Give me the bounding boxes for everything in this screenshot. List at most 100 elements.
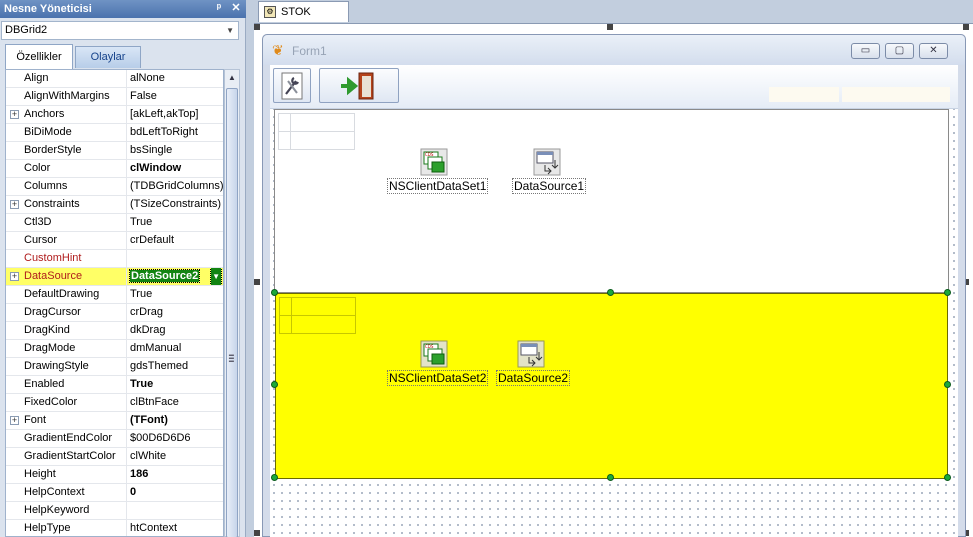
dbgrid2[interactable]	[275, 293, 948, 479]
property-grid-scrollbar[interactable]: ▲ ━ ━ ━	[224, 69, 240, 537]
property-name: GradientStartColor	[6, 448, 127, 465]
property-row-defaultdrawing[interactable]: DefaultDrawing True	[6, 286, 223, 304]
property-row-drawingstyle[interactable]: DrawingStyle gdsThemed	[6, 358, 223, 376]
property-row-dragmode[interactable]: DragMode dmManual	[6, 340, 223, 358]
property-row-columns[interactable]: Columns (TDBGridColumns)	[6, 178, 223, 196]
property-row-fixedcolor[interactable]: FixedColor clBtnFace	[6, 394, 223, 412]
client-dataset-icon: CDS	[420, 148, 448, 176]
property-row-color[interactable]: Color clWindow	[6, 160, 223, 178]
property-value[interactable]: gdsThemed	[129, 358, 223, 375]
property-row-dragkind[interactable]: DragKind dkDrag	[6, 322, 223, 340]
component-selector-dropdown[interactable]: DBGrid2 ▼	[1, 21, 239, 40]
grid-resize-handle[interactable]	[271, 474, 278, 481]
property-row-borderstyle[interactable]: BorderStyle bsSingle	[6, 142, 223, 160]
component-label: DataSource1	[512, 178, 587, 194]
property-row-gradientstartcolor[interactable]: GradientStartColor clWhite	[6, 448, 223, 466]
property-value[interactable]: alNone	[129, 70, 223, 87]
tab-events[interactable]: Olaylar	[75, 46, 141, 68]
dbgrid1[interactable]	[274, 109, 949, 293]
property-value[interactable]: True	[129, 376, 223, 393]
property-row-align[interactable]: Align alNone	[6, 70, 223, 88]
close-icon[interactable]: ✕	[229, 1, 243, 16]
property-value[interactable]: DataSource2 ▼	[129, 268, 223, 285]
grid-resize-handle[interactable]	[944, 381, 951, 388]
grid-resize-handle[interactable]	[944, 474, 951, 481]
form-file-icon: ⚙	[264, 6, 276, 18]
property-value[interactable]: False	[129, 88, 223, 105]
property-value[interactable]: clWhite	[129, 448, 223, 465]
object-inspector-panel: Nesne Yöneticisi ᵖ ✕ DBGrid2 ▼ Özellikle…	[0, 0, 246, 537]
property-value[interactable]: (TDBGridColumns)	[129, 178, 223, 195]
property-row-dragcursor[interactable]: DragCursor crDrag	[6, 304, 223, 322]
grid-resize-handle[interactable]	[607, 289, 614, 296]
property-row-ctl3d[interactable]: Ctl3D True	[6, 214, 223, 232]
property-value[interactable]: dkDrag	[129, 322, 223, 339]
grid-resize-handle[interactable]	[944, 289, 951, 296]
grid-resize-handle[interactable]	[271, 289, 278, 296]
property-value[interactable]: dmManual	[129, 340, 223, 357]
grid-resize-handle[interactable]	[271, 381, 278, 388]
property-row-customhint[interactable]: CustomHint	[6, 250, 223, 268]
property-row-datasource[interactable]: + DataSource DataSource2 ▼	[6, 268, 223, 286]
property-value[interactable]	[129, 250, 223, 267]
property-value[interactable]: 0	[129, 484, 223, 501]
inspector-title-bar: Nesne Yöneticisi ᵖ ✕	[0, 0, 246, 18]
nsclientdataset1-component[interactable]: CDS NSClientDataSet1	[387, 148, 489, 194]
property-name: DataSource	[6, 268, 127, 285]
datasource-icon	[517, 340, 545, 368]
property-row-constraints[interactable]: + Constraints (TSizeConstraints)	[6, 196, 223, 214]
maximize-icon[interactable]: ▢	[885, 43, 914, 59]
property-row-helpcontext[interactable]: HelpContext 0	[6, 484, 223, 502]
svg-text:CDS: CDS	[425, 344, 434, 349]
form-resize-handle[interactable]	[254, 279, 260, 285]
property-value[interactable]: clBtnFace	[129, 394, 223, 411]
property-name: DefaultDrawing	[6, 286, 127, 303]
property-value[interactable]: bsSingle	[129, 142, 223, 159]
property-value[interactable]: crDefault	[129, 232, 223, 249]
form-caption-bar[interactable]: ❦ Form1 ▭ ▢ ✕	[263, 35, 965, 65]
grid-resize-handle[interactable]	[607, 474, 614, 481]
property-row-cursor[interactable]: Cursor crDefault	[6, 232, 223, 250]
property-value[interactable]: True	[129, 286, 223, 303]
property-row-gradientendcolor[interactable]: GradientEndColor $00D6D6D6	[6, 430, 223, 448]
property-value[interactable]: htContext	[129, 520, 223, 536]
property-value[interactable]: clWindow	[129, 160, 223, 177]
property-row-font[interactable]: + Font (TFont)	[6, 412, 223, 430]
property-row-helptype[interactable]: HelpType htContext	[6, 520, 223, 536]
property-row-height[interactable]: Height 186	[6, 466, 223, 484]
property-value[interactable]	[129, 502, 223, 519]
property-value[interactable]: bdLeftToRight	[129, 124, 223, 141]
form-resize-handle[interactable]	[254, 530, 260, 536]
property-name: Color	[6, 160, 127, 177]
property-value[interactable]: 186	[129, 466, 223, 483]
property-value[interactable]: crDrag	[129, 304, 223, 321]
property-row-alignwithmargins[interactable]: AlignWithMargins False	[6, 88, 223, 106]
property-row-anchors[interactable]: + Anchors [akLeft,akTop]	[6, 106, 223, 124]
exit-button[interactable]	[319, 68, 399, 103]
minimize-icon[interactable]: ▭	[851, 43, 880, 59]
scroll-up-arrow-icon[interactable]: ▲	[225, 70, 239, 86]
form-resize-handle[interactable]	[963, 24, 969, 30]
property-row-bidimode[interactable]: BiDiMode bdLeftToRight	[6, 124, 223, 142]
datasource2-component[interactable]: DataSource2	[496, 340, 571, 386]
property-value[interactable]: (TFont)	[129, 412, 223, 429]
property-value[interactable]: True	[129, 214, 223, 231]
form-title: Form1	[292, 44, 327, 58]
close-icon[interactable]: ✕	[919, 43, 948, 59]
property-row-enabled[interactable]: Enabled True	[6, 376, 223, 394]
form-resize-handle[interactable]	[254, 24, 260, 30]
tab-stok-detay[interactable]: ⚙ STOK DETAY	[258, 1, 349, 38]
datasource1-component[interactable]: DataSource1	[512, 148, 587, 194]
nsclientdataset2-component[interactable]: CDS NSClientDataSet2	[387, 340, 489, 386]
settings-button[interactable]	[273, 68, 311, 103]
scroll-thumb[interactable]: ━ ━ ━	[226, 88, 238, 537]
form-resize-handle[interactable]	[607, 24, 613, 30]
property-value[interactable]: (TSizeConstraints)	[129, 196, 223, 213]
property-row-helpkeyword[interactable]: HelpKeyword	[6, 502, 223, 520]
tab-properties[interactable]: Özellikler	[5, 44, 73, 69]
property-value[interactable]: [akLeft,akTop]	[129, 106, 223, 123]
pin-icon[interactable]: ᵖ	[212, 1, 226, 16]
property-name: HelpType	[6, 520, 127, 536]
property-value[interactable]: $00D6D6D6	[129, 430, 223, 447]
chevron-down-icon[interactable]: ▼	[210, 268, 222, 285]
